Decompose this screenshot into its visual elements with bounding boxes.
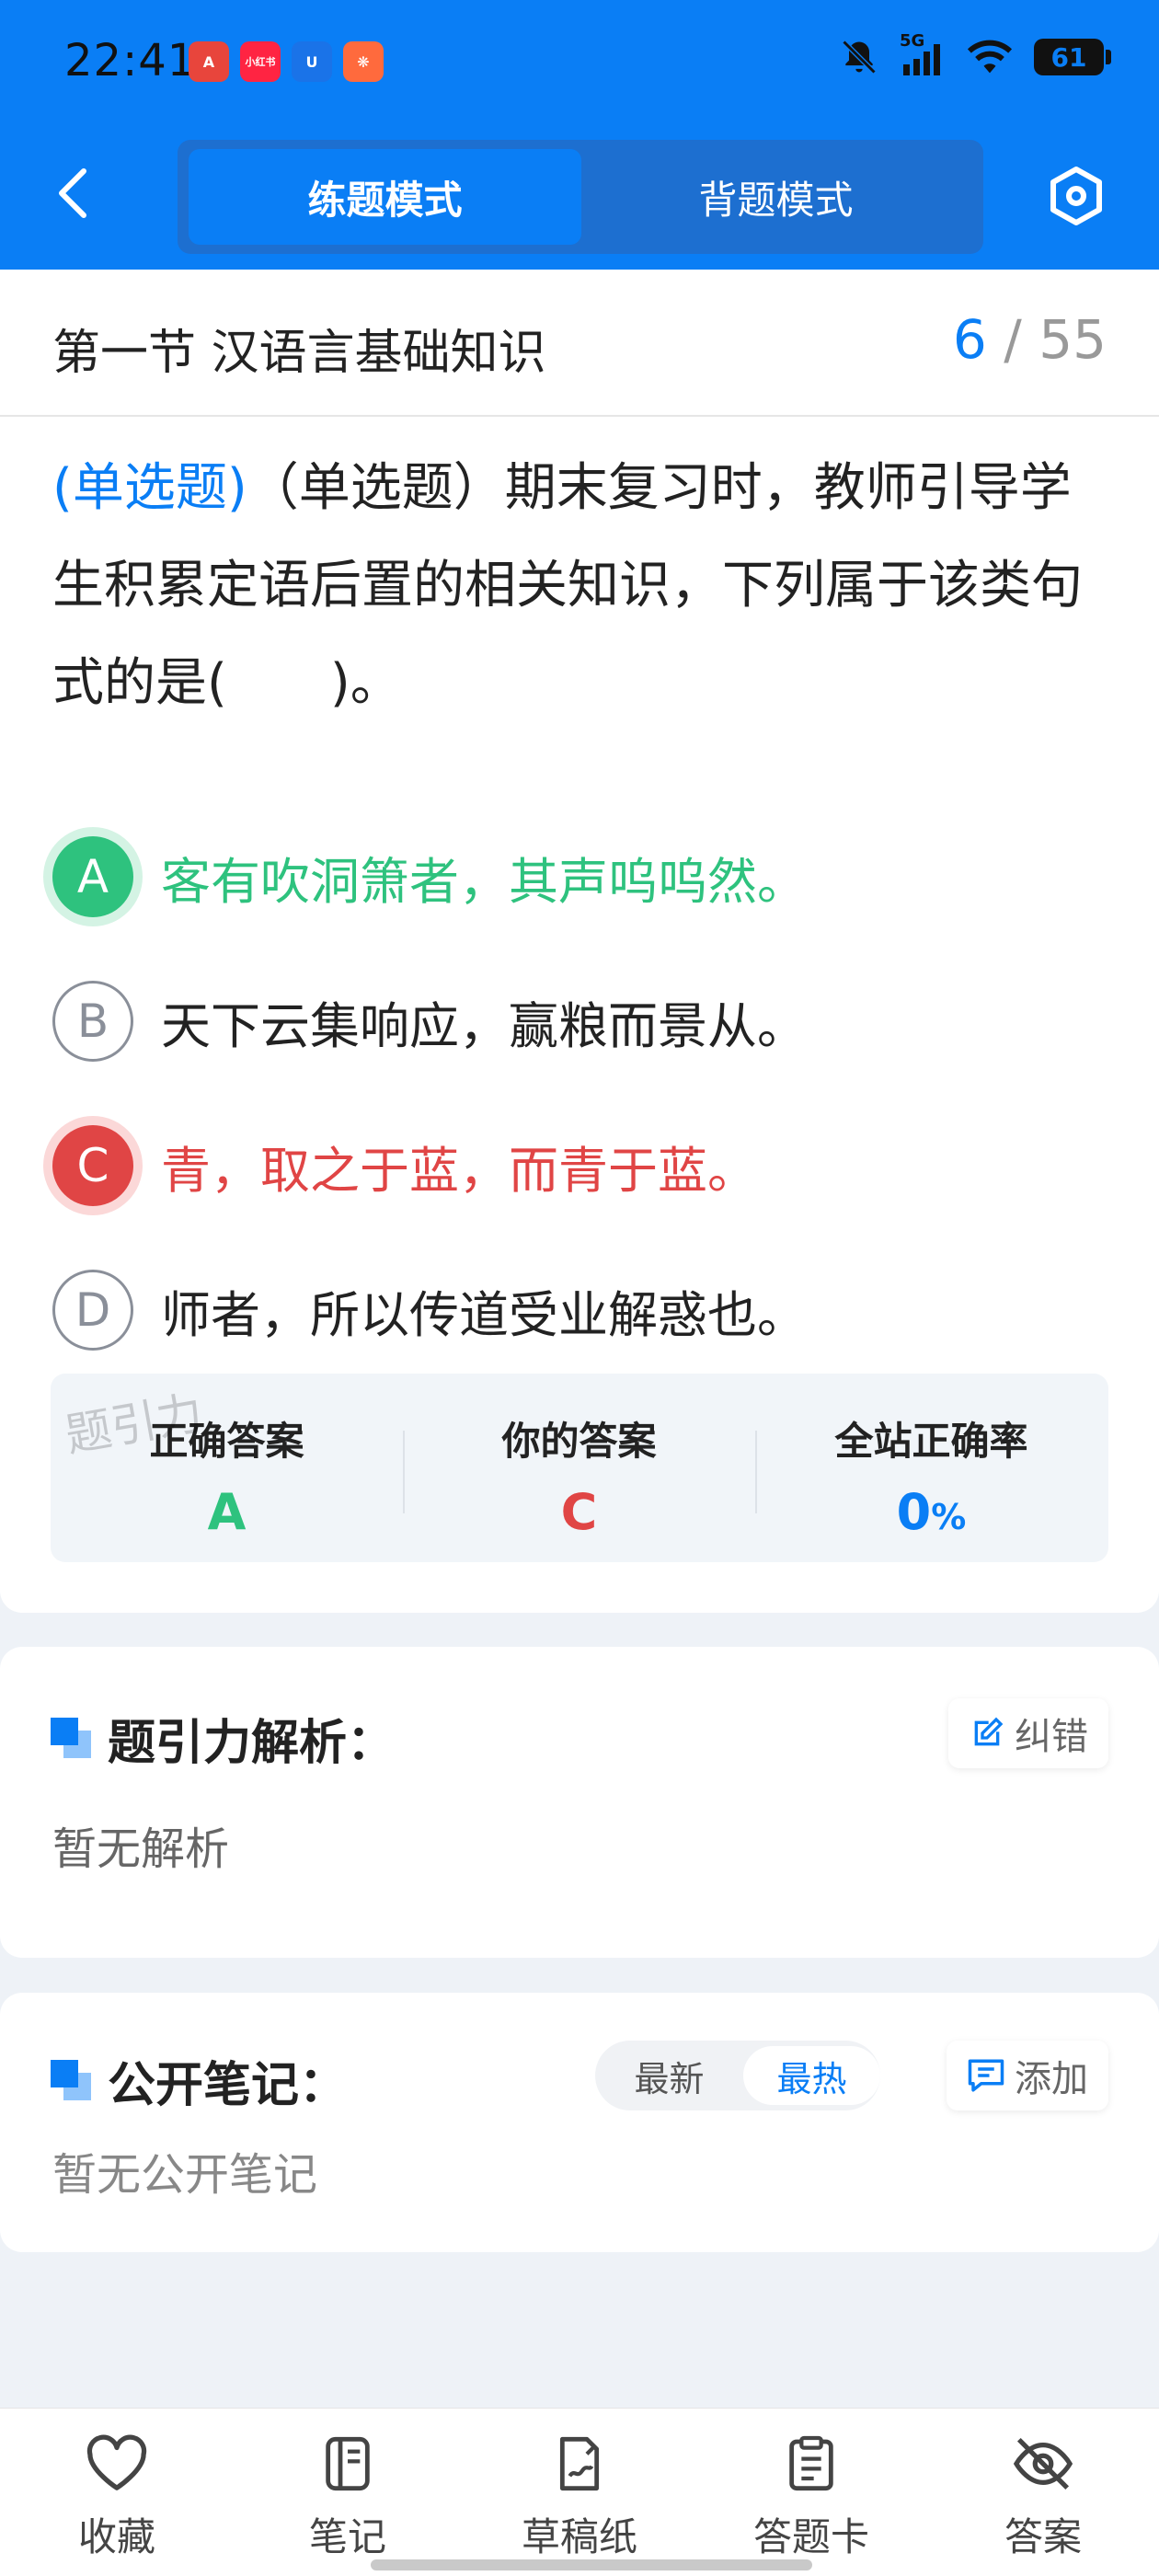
bottom-nav: 收藏 笔记 草稿纸 答题卡 答案 xyxy=(0,2408,1159,2576)
settings-hexagon-icon[interactable] xyxy=(1044,164,1108,228)
nav-label: 收藏 xyxy=(77,2514,155,2559)
eye-off-icon xyxy=(1013,2437,1073,2490)
accuracy-value: 0% xyxy=(755,1483,1107,1541)
section-header: 第一节 汉语言基础知识 6 / 55 xyxy=(0,270,1159,417)
accuracy-unit: % xyxy=(931,1497,967,1537)
option-text: 客有吹洞箫者，其声呜呜然。 xyxy=(161,852,807,911)
current-question-number: 6 xyxy=(952,308,987,371)
question-card: 第一节 汉语言基础知识 6 / 55 (单选题)（单选题）期末复习时，教师引导学… xyxy=(0,270,1159,1613)
correction-button[interactable]: 纠错 xyxy=(948,1698,1108,1768)
home-indicator[interactable] xyxy=(371,2559,812,2570)
notes-sort-toggle: 最新 最热 xyxy=(595,2041,880,2110)
analysis-header: 题引力解析： xyxy=(51,1704,395,1773)
counter-separator: / xyxy=(1004,308,1022,371)
accuracy-number: 0 xyxy=(896,1483,932,1541)
status-time: 22:41 xyxy=(64,35,197,86)
option-letter: B xyxy=(52,981,133,1062)
notification-app-icons: A 小红书 U ❋ xyxy=(189,41,384,82)
battery-icon: 61 xyxy=(1034,39,1111,75)
public-notes-card: 公开笔记： 最新 最热 添加 暂无公开笔记 xyxy=(0,1993,1159,2252)
top-bar: 22:41 A 小红书 U ❋ 5G 61 练题模式 背题模式 xyxy=(0,0,1159,270)
notes-empty: 暂无公开笔记 xyxy=(52,2149,318,2201)
signal-icon: 5G xyxy=(900,31,946,77)
correction-label: 纠错 xyxy=(1015,1716,1088,1758)
battery-level: 61 xyxy=(1050,41,1087,73)
tab-recite-mode[interactable]: 背题模式 xyxy=(580,149,972,245)
analysis-card: 题引力解析： 纠错 暂无解析 xyxy=(0,1647,1159,1958)
accuracy-label: 全站正确率 xyxy=(834,1419,1028,1464)
app-a-icon: A xyxy=(189,41,229,82)
your-answer-value: C xyxy=(560,1483,598,1541)
option-a[interactable]: A 客有吹洞箫者，其声呜呜然。 xyxy=(52,831,1110,923)
add-note-button[interactable]: 添加 xyxy=(947,2041,1108,2110)
draft-icon xyxy=(559,2436,600,2491)
status-bar: 22:41 A 小红书 U ❋ 5G 61 xyxy=(0,0,1159,129)
app-u-icon: U xyxy=(292,41,332,82)
comment-add-icon xyxy=(968,2059,1004,2092)
question-type-label: (单选题) xyxy=(52,458,247,518)
nav-label: 答案 xyxy=(1004,2514,1082,2559)
back-arrow-icon[interactable] xyxy=(51,166,97,221)
xiaohongshu-icon: 小红书 xyxy=(240,41,281,82)
question-counter: 6 / 55 xyxy=(953,308,1107,371)
app-food-icon: ❋ xyxy=(343,41,384,82)
your-answer-column: 你的答案 C xyxy=(403,1374,755,1562)
answer-sheet-icon xyxy=(789,2435,833,2491)
option-letter: D xyxy=(52,1270,133,1351)
answer-result-box: 正确答案 A 你的答案 C 全站正确率 0% xyxy=(51,1374,1108,1562)
edit-icon xyxy=(974,1717,1004,1746)
heart-icon xyxy=(86,2434,147,2490)
notes-title: 公开笔记： xyxy=(108,2058,348,2113)
correct-answer-value: A xyxy=(207,1483,247,1541)
section-square-icon xyxy=(51,1717,93,1760)
option-text: 天下云集响应，赢粮而景从。 xyxy=(161,996,807,1055)
section-title: 第一节 汉语言基础知识 xyxy=(52,326,546,381)
option-text: 师者，所以传道受业解惑也。 xyxy=(161,1285,807,1344)
nav-label: 笔记 xyxy=(308,2514,386,2559)
nav-draft[interactable]: 草稿纸 xyxy=(488,2434,671,2562)
sort-newest[interactable]: 最新 xyxy=(601,2046,738,2105)
sort-hottest[interactable]: 最热 xyxy=(743,2046,880,2105)
option-c[interactable]: C 青，取之于蓝，而青于蓝。 xyxy=(52,1120,1110,1212)
nav-answer[interactable]: 答案 xyxy=(951,2434,1135,2562)
accuracy-column: 全站正确率 0% xyxy=(755,1374,1107,1562)
tab-practice-mode[interactable]: 练题模式 xyxy=(189,149,581,245)
option-b[interactable]: B 天下云集响应，赢粮而景从。 xyxy=(52,975,1110,1067)
option-text: 青，取之于蓝，而青于蓝。 xyxy=(161,1141,757,1200)
mode-switch: 练题模式 背题模式 xyxy=(178,140,983,254)
notebook-icon xyxy=(326,2436,370,2491)
option-d[interactable]: D 师者，所以传道受业解惑也。 xyxy=(52,1264,1110,1356)
total-questions: 55 xyxy=(1039,308,1107,371)
nav-answer-sheet[interactable]: 答题卡 xyxy=(719,2434,903,2562)
analysis-empty: 暂无解析 xyxy=(52,1823,230,1875)
bell-off-icon xyxy=(842,40,877,75)
section-square-icon xyxy=(51,2059,93,2102)
status-indicators: 5G 61 xyxy=(839,31,1111,77)
wifi-icon xyxy=(967,40,1013,74)
add-note-label: 添加 xyxy=(1015,2058,1088,2100)
nav-favorite[interactable]: 收藏 xyxy=(25,2434,209,2562)
notes-header: 公开笔记： xyxy=(51,2046,347,2115)
analysis-title: 题引力解析： xyxy=(108,1716,396,1771)
nav-label: 答题卡 xyxy=(752,2514,869,2559)
nav-notes[interactable]: 笔记 xyxy=(256,2434,440,2562)
nav-label: 草稿纸 xyxy=(521,2514,637,2559)
option-letter: C xyxy=(52,1125,133,1206)
your-answer-label: 你的答案 xyxy=(501,1419,657,1464)
question-text: (单选题)（单选题）期末复习时，教师引导学生积累定语后置的相关知识，下列属于该类… xyxy=(52,440,1110,732)
option-letter: A xyxy=(52,836,133,917)
